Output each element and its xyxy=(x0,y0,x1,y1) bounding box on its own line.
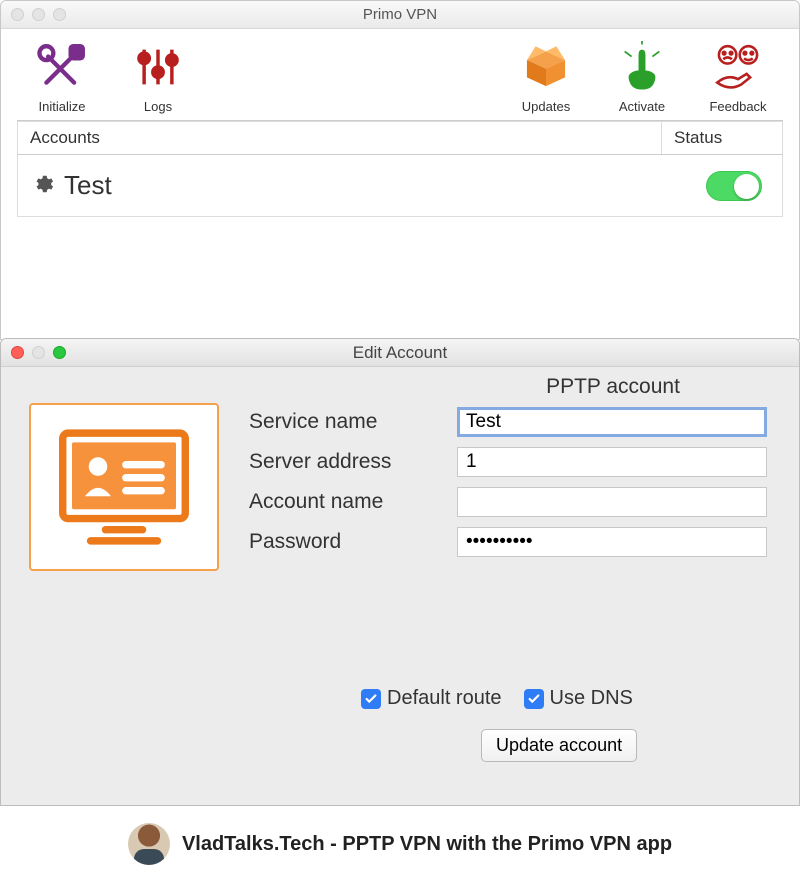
edit-window-title: Edit Account xyxy=(1,343,799,363)
gear-icon xyxy=(32,173,54,198)
edit-titlebar: Edit Account xyxy=(1,339,799,367)
traffic-lights-disabled xyxy=(11,8,66,21)
checkbox-row: Default route Use DNS xyxy=(361,687,633,710)
traffic-lights xyxy=(11,346,66,359)
checkbox-checked-icon xyxy=(361,689,381,709)
account-row[interactable]: Test xyxy=(17,155,783,217)
server-address-input[interactable] xyxy=(457,447,767,477)
minimize-icon xyxy=(32,346,45,359)
use-dns-label: Use DNS xyxy=(550,687,633,710)
edit-window: Edit Account PPTP account xyxy=(0,338,800,806)
edit-body: PPTP account Service name Server address… xyxy=(1,367,799,407)
activate-button[interactable]: Activate xyxy=(603,37,681,114)
author-avatar-icon xyxy=(128,823,170,865)
use-dns-option[interactable]: Use DNS xyxy=(524,687,633,710)
password-label: Password xyxy=(249,530,457,554)
update-account-button[interactable]: Update account xyxy=(481,729,637,762)
feedback-icon xyxy=(708,37,768,97)
box-icon xyxy=(516,37,576,97)
main-titlebar: Primo VPN xyxy=(1,1,799,29)
updates-button[interactable]: Updates xyxy=(507,37,585,114)
account-illustration-icon xyxy=(29,403,219,571)
main-window-title: Primo VPN xyxy=(1,6,799,23)
traffic-dot xyxy=(53,8,66,21)
account-name-label: Account name xyxy=(249,490,457,514)
logs-label: Logs xyxy=(144,99,172,114)
tools-icon xyxy=(32,37,92,97)
password-input[interactable] xyxy=(457,527,767,557)
default-route-label: Default route xyxy=(387,687,502,710)
maximize-icon[interactable] xyxy=(53,346,66,359)
account-name-input[interactable] xyxy=(457,487,767,517)
group-title: PPTP account xyxy=(463,375,763,399)
status-toggle[interactable] xyxy=(706,171,762,201)
status-col-label[interactable]: Status xyxy=(662,122,782,154)
updates-label: Updates xyxy=(522,99,570,114)
caption-text: VladTalks.Tech - PPTP VPN with the Primo… xyxy=(182,833,672,856)
accounts-header: Accounts Status xyxy=(17,121,783,155)
accounts-list: Accounts Status Test xyxy=(17,120,783,217)
accounts-col-label[interactable]: Accounts xyxy=(18,122,662,154)
feedback-button[interactable]: Feedback xyxy=(699,37,777,114)
checkbox-checked-icon xyxy=(524,689,544,709)
traffic-dot xyxy=(32,8,45,21)
caption-bar: VladTalks.Tech - PPTP VPN with the Primo… xyxy=(0,816,800,872)
main-toolbar: Initialize Logs xyxy=(1,29,799,120)
form-fields: Service name Server address Account name… xyxy=(249,407,767,567)
close-icon[interactable] xyxy=(11,346,24,359)
activate-label: Activate xyxy=(619,99,665,114)
server-address-label: Server address xyxy=(249,450,457,474)
sliders-icon xyxy=(128,37,188,97)
service-name-input[interactable] xyxy=(457,407,767,437)
initialize-button[interactable]: Initialize xyxy=(23,37,101,114)
logs-button[interactable]: Logs xyxy=(119,37,197,114)
traffic-dot xyxy=(11,8,24,21)
initialize-label: Initialize xyxy=(39,99,86,114)
account-name: Test xyxy=(64,170,112,201)
main-window: Primo VPN Initialize xyxy=(0,0,800,340)
default-route-option[interactable]: Default route xyxy=(361,687,502,710)
touch-icon xyxy=(612,37,672,97)
toggle-knob xyxy=(734,174,759,199)
service-name-label: Service name xyxy=(249,410,457,434)
feedback-label: Feedback xyxy=(709,99,766,114)
